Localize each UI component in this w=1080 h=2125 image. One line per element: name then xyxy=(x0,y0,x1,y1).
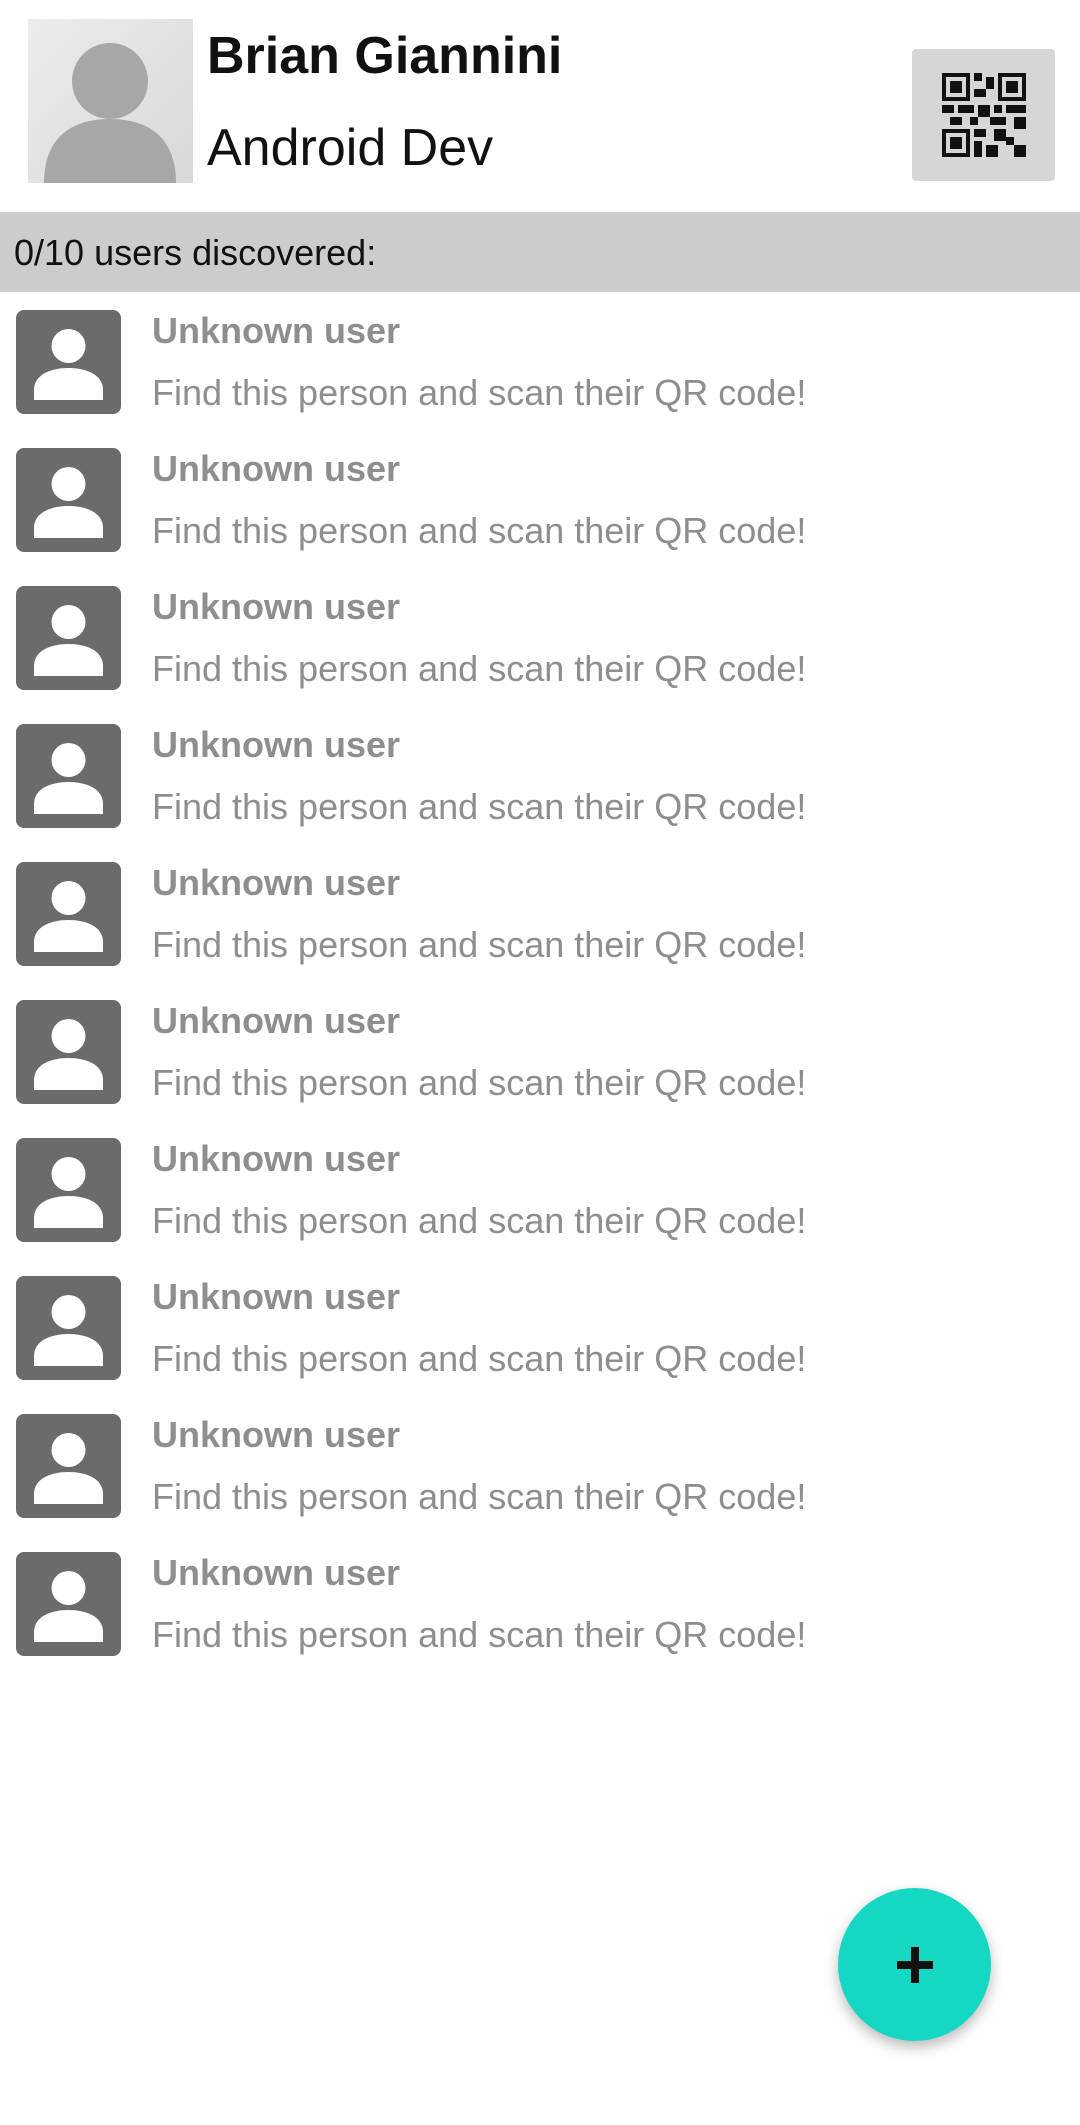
user-hint: Find this person and scan their QR code! xyxy=(152,786,807,827)
user-hint: Find this person and scan their QR code! xyxy=(152,648,807,689)
user-name: Unknown user xyxy=(152,310,401,351)
qr-code-icon xyxy=(941,73,1026,157)
user-avatar xyxy=(16,1276,121,1380)
user-hint: Find this person and scan their QR code! xyxy=(152,372,807,413)
person-icon xyxy=(34,329,103,400)
user-name: Unknown user xyxy=(152,448,401,489)
user-hint: Find this person and scan their QR code! xyxy=(152,1200,807,1241)
discovery-status-text: 0/10 users discovered: xyxy=(14,232,377,273)
user-avatar xyxy=(16,1138,121,1242)
user-hint: Find this person and scan their QR code! xyxy=(152,1062,807,1103)
user-hint: Find this person and scan their QR code! xyxy=(152,510,807,551)
profile-header: Brian Giannini Android Dev xyxy=(0,0,1080,212)
person-icon xyxy=(34,1295,103,1366)
user-name: Unknown user xyxy=(152,1276,401,1317)
user-avatar xyxy=(16,1414,121,1518)
person-icon xyxy=(34,605,103,676)
list-item[interactable]: Unknown user Find this person and scan th… xyxy=(0,1120,1080,1258)
user-name: Unknown user xyxy=(152,1138,401,1179)
person-silhouette-icon xyxy=(44,43,176,183)
list-item[interactable]: Unknown user Find this person and scan th… xyxy=(0,568,1080,706)
user-avatar xyxy=(16,862,121,966)
person-icon xyxy=(34,881,103,952)
list-item[interactable]: Unknown user Find this person and scan th… xyxy=(0,1396,1080,1534)
profile-name: Brian Giannini xyxy=(207,27,563,85)
list-item[interactable]: Unknown user Find this person and scan th… xyxy=(0,1258,1080,1396)
user-name: Unknown user xyxy=(152,1552,401,1593)
user-hint: Find this person and scan their QR code! xyxy=(152,924,807,965)
list-item[interactable]: Unknown user Find this person and scan th… xyxy=(0,292,1080,430)
user-avatar xyxy=(16,310,121,414)
user-avatar xyxy=(16,1000,121,1104)
user-name: Unknown user xyxy=(152,724,401,765)
user-avatar xyxy=(16,448,121,552)
person-icon xyxy=(34,1571,103,1642)
user-hint: Find this person and scan their QR code! xyxy=(152,1614,807,1655)
profile-role: Android Dev xyxy=(207,119,494,177)
discovery-status-bar: 0/10 users discovered: xyxy=(0,212,1080,292)
plus-icon xyxy=(896,1946,933,1983)
person-icon xyxy=(34,1019,103,1090)
person-icon xyxy=(34,743,103,814)
user-avatar xyxy=(16,586,121,690)
person-icon xyxy=(34,467,103,538)
user-name: Unknown user xyxy=(152,862,401,903)
list-item[interactable]: Unknown user Find this person and scan th… xyxy=(0,982,1080,1120)
list-item[interactable]: Unknown user Find this person and scan th… xyxy=(0,844,1080,982)
user-hint: Find this person and scan their QR code! xyxy=(152,1338,807,1379)
user-list[interactable]: Unknown user Find this person and scan th… xyxy=(0,292,1080,1672)
list-item[interactable]: Unknown user Find this person and scan th… xyxy=(0,430,1080,568)
person-icon xyxy=(34,1157,103,1228)
user-avatar xyxy=(16,1552,121,1656)
user-name: Unknown user xyxy=(152,1414,401,1455)
user-avatar xyxy=(16,724,121,828)
list-item[interactable]: Unknown user Find this person and scan th… xyxy=(0,706,1080,844)
list-item[interactable]: Unknown user Find this person and scan th… xyxy=(0,1534,1080,1672)
profile-avatar[interactable] xyxy=(28,19,193,183)
user-hint: Find this person and scan their QR code! xyxy=(152,1476,807,1517)
show-qr-button[interactable] xyxy=(912,49,1055,181)
person-icon xyxy=(34,1433,103,1504)
user-name: Unknown user xyxy=(152,1000,401,1041)
add-button[interactable] xyxy=(838,1888,991,2041)
user-name: Unknown user xyxy=(152,586,401,627)
